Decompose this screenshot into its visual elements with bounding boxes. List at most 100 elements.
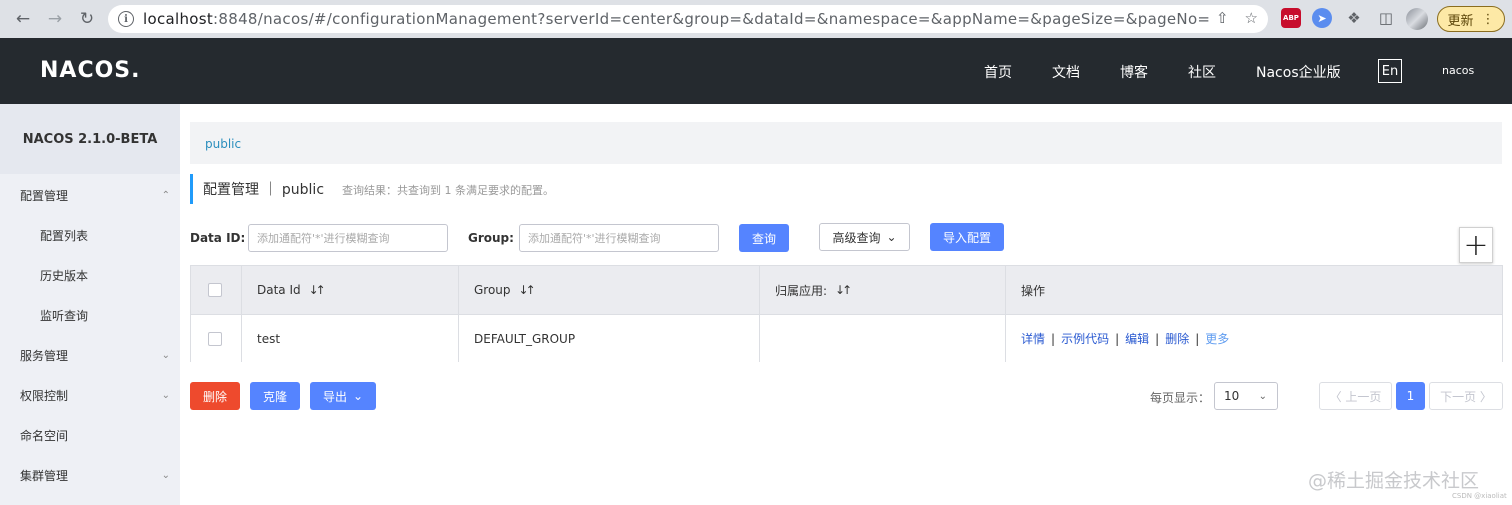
page-title-block: 配置管理 ｜ public <box>190 174 324 204</box>
language-toggle[interactable]: En <box>1378 59 1402 83</box>
batch-delete-button[interactable]: 删除 <box>190 382 240 410</box>
sidebar-item-listener-query[interactable]: 监听查询 <box>0 295 180 335</box>
nav-community[interactable]: 社区 <box>1188 62 1216 82</box>
url-text: localhost:8848/nacos/#/configurationMana… <box>143 10 1210 28</box>
forward-arrow-icon[interactable]: → <box>44 8 66 30</box>
sidebar-item-label: 权限控制 <box>20 388 69 403</box>
column-header-operations: 操作 <box>1006 266 1502 314</box>
edit-link[interactable]: 编辑 <box>1125 330 1149 347</box>
export-label: 导出 <box>322 389 347 404</box>
chevron-down-icon: ⌄ <box>161 349 170 361</box>
advanced-query-label: 高级查询 <box>832 230 881 245</box>
profile-avatar[interactable] <box>1406 8 1428 30</box>
sidebar-item-label: 配置管理 <box>20 188 69 203</box>
chevron-down-icon: ⌄ <box>352 389 364 403</box>
page-size-select[interactable]: 10 ⌄ <box>1214 382 1278 410</box>
chevron-up-icon: ⌃ <box>161 189 170 201</box>
watermark-small: CSDN @xiaoliat <box>1452 492 1507 500</box>
column-label: Data Id <box>257 283 301 297</box>
advanced-query-button[interactable]: 高级查询 ⌄ <box>819 223 910 251</box>
sidebar-item-label: 服务管理 <box>20 348 69 363</box>
share-icon[interactable]: ⇧ <box>1216 9 1229 27</box>
header-checkbox-cell <box>191 266 242 314</box>
adblock-extension-icon[interactable]: ABP <box>1281 8 1301 28</box>
cell-data-id: test <box>242 315 459 362</box>
browser-toolbar: ← → ↻ i localhost:8848/nacos/#/configura… <box>0 0 1512 38</box>
sidebar-item-config-list[interactable]: 配置列表 <box>0 215 180 255</box>
sample-code-link[interactable]: 示例代码 <box>1061 330 1109 347</box>
per-page-label: 每页显示： <box>1150 391 1211 405</box>
group-input[interactable] <box>519 224 719 252</box>
table-row: test DEFAULT_GROUP 详情 | 示例代码 | 编辑 | 删除 |… <box>191 314 1502 362</box>
chevron-down-icon: ⌄ <box>161 389 170 401</box>
import-config-button[interactable]: 导入配置 <box>930 223 1004 251</box>
version-label: NACOS 2.1.0-BETA <box>0 104 180 174</box>
reload-icon[interactable]: ↻ <box>76 8 98 30</box>
chevron-down-icon: ⌄ <box>161 469 170 481</box>
query-button[interactable]: 查询 <box>739 224 789 252</box>
sidebar-item-access-control[interactable]: 权限控制 ⌄ <box>0 375 180 415</box>
nav-blog[interactable]: 博客 <box>1120 62 1148 82</box>
data-id-input[interactable] <box>248 224 448 252</box>
sidebar-item-service-management[interactable]: 服务管理 ⌄ <box>0 335 180 375</box>
sidebar-item-label: 命名空间 <box>20 428 69 443</box>
column-header-app[interactable]: 归属应用: ↓↑ <box>760 266 1006 314</box>
op-separator: | <box>1155 331 1160 346</box>
nav-enterprise[interactable]: Nacos企业版 <box>1256 62 1341 82</box>
group-label: Group: <box>468 231 514 245</box>
address-bar[interactable]: i localhost:8848/nacos/#/configurationMa… <box>108 5 1268 33</box>
delete-link[interactable]: 删除 <box>1165 330 1189 347</box>
sort-icon[interactable]: ↓↑ <box>835 283 852 297</box>
url-path: :8848/nacos/#/configurationManagement?se… <box>213 10 1211 28</box>
row-checkbox-cell <box>191 315 242 362</box>
row-checkbox[interactable] <box>208 331 222 346</box>
sidebar-item-config-management[interactable]: 配置管理 ⌃ <box>0 175 180 215</box>
cell-operations: 详情 | 示例代码 | 编辑 | 删除 | 更多 <box>1006 315 1502 362</box>
column-label: 归属应用: <box>775 283 828 298</box>
info-icon[interactable]: i <box>118 11 134 27</box>
sort-icon[interactable]: ↓↑ <box>519 283 536 297</box>
user-name[interactable]: nacos <box>1442 64 1474 77</box>
sidebar-item-history[interactable]: 历史版本 <box>0 255 180 295</box>
op-separator: | <box>1115 331 1120 346</box>
sidebar-item-cluster-management[interactable]: 集群管理 ⌄ <box>0 455 180 495</box>
sidebar-item-label: 历史版本 <box>40 268 89 283</box>
chevron-down-icon: ⌄ <box>886 230 897 244</box>
clone-button[interactable]: 克隆 <box>250 382 300 410</box>
more-link[interactable]: 更多 <box>1205 330 1229 347</box>
table-header: Data Id ↓↑ Group ↓↑ 归属应用: ↓↑ 操作 <box>191 266 1502 314</box>
nacos-logo[interactable]: NACOS. <box>40 58 141 83</box>
select-all-checkbox[interactable] <box>208 283 222 297</box>
sidebar-item-namespace[interactable]: 命名空间 <box>0 415 180 455</box>
namespace-public-link[interactable]: public <box>205 137 241 151</box>
namespace-bar: public <box>190 122 1502 164</box>
prev-page-button[interactable]: 〈 上一页 <box>1319 382 1392 410</box>
chevron-down-icon: ⌄ <box>1258 390 1267 402</box>
data-id-label: Data ID: <box>190 231 246 245</box>
column-header-group[interactable]: Group ↓↑ <box>459 266 760 314</box>
add-config-button[interactable]: + <box>1459 227 1493 263</box>
detail-link[interactable]: 详情 <box>1021 330 1045 347</box>
watermark: @稀土掘金技术社区 <box>1308 470 1480 492</box>
next-page-button[interactable]: 下一页 〉 <box>1429 382 1503 410</box>
side-panel-icon[interactable]: ◫ <box>1376 8 1396 28</box>
op-separator: | <box>1195 331 1200 346</box>
query-result-text: 查询结果：共查询到 1 条满足要求的配置。 <box>342 184 554 197</box>
bookmark-star-icon[interactable]: ☆ <box>1245 9 1258 27</box>
config-table: Data Id ↓↑ Group ↓↑ 归属应用: ↓↑ 操作 test DEFAUL… <box>190 265 1503 362</box>
update-label: 更新 <box>1447 13 1474 29</box>
extension-compass-icon[interactable]: ➤ <box>1312 8 1332 28</box>
column-header-data-id[interactable]: Data Id ↓↑ <box>242 266 459 314</box>
page-title: 配置管理 ｜ public <box>203 182 325 198</box>
export-button[interactable]: 导出 ⌄ <box>310 382 376 410</box>
page-1-button[interactable]: 1 <box>1396 382 1425 410</box>
page-size-value: 10 <box>1224 389 1240 403</box>
update-button[interactable]: 更新 ⋮ <box>1437 6 1505 32</box>
nav-home[interactable]: 首页 <box>984 62 1012 82</box>
nav-docs[interactable]: 文档 <box>1052 62 1080 82</box>
sort-icon[interactable]: ↓↑ <box>309 283 326 297</box>
cell-group: DEFAULT_GROUP <box>459 315 760 362</box>
back-arrow-icon[interactable]: ← <box>12 8 34 30</box>
puzzle-extensions-icon[interactable]: ❖ <box>1344 8 1364 28</box>
sidebar-item-label: 监听查询 <box>40 308 89 323</box>
